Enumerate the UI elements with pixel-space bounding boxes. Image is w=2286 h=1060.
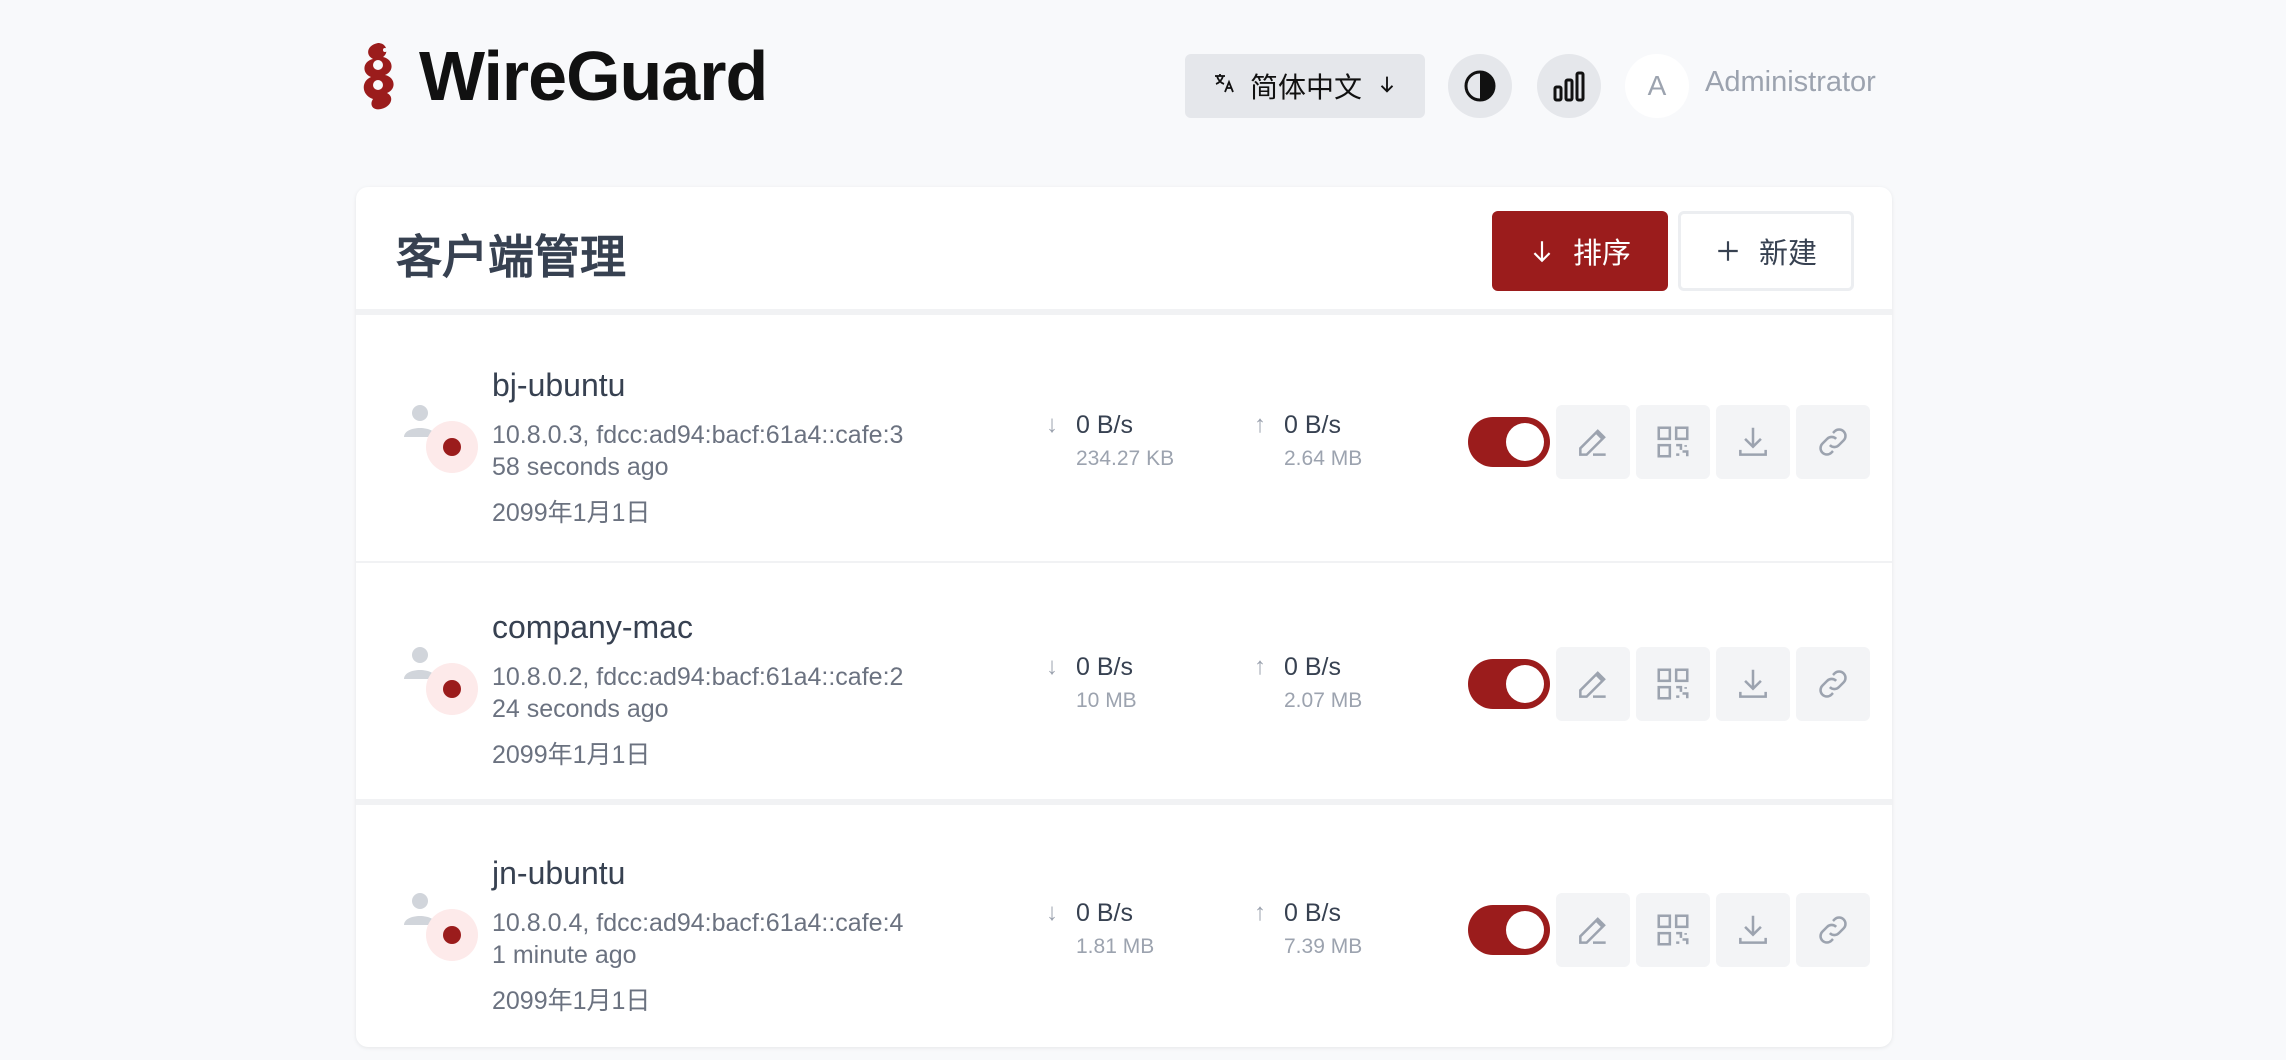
download-icon [1739,669,1767,698]
arrow-down-icon: ↓ [1046,899,1058,926]
panel-header: 客户端管理 排序 新建 [356,187,1892,315]
qr-code-icon [1657,426,1689,458]
client-row: jn-ubuntu 10.8.0.4, fdcc:ad94:bacf:61a4:… [356,809,1892,1047]
new-label: 新建 [1758,238,1817,270]
enable-toggle[interactable] [1468,417,1550,467]
translate-icon [1212,71,1236,101]
arrow-up-icon: ↑ [1254,653,1266,680]
sort-label: 排序 [1572,238,1631,270]
client-last-seen: 1 minute ago [492,941,637,969]
share-link-button[interactable] [1796,647,1870,721]
client-expiry[interactable]: 2099年1月1日 [492,981,650,1017]
status-dot [443,926,461,944]
arrow-up-icon: ↑ [1254,899,1266,926]
panel-title: 客户端管理 [396,231,626,283]
bar-chart-icon [1553,71,1585,102]
header: WireGuard 简体中文 A Administrator [355,36,1885,136]
share-link-button[interactable] [1796,893,1870,967]
client-address: 10.8.0.3, fdcc:ad94:bacf:61a4::cafe:3 [492,421,904,449]
stats-toggle-button[interactable] [1537,54,1601,118]
client-row: bj-ubuntu 10.8.0.3, fdcc:ad94:bacf:61a4:… [356,321,1892,563]
client-expiry[interactable]: 2099年1月1日 [492,735,650,771]
download-icon [1739,915,1767,944]
download-rate: 0 B/s [1076,653,1133,681]
brand: WireGuard [355,36,768,116]
client-name[interactable]: jn-ubuntu [492,855,625,892]
upload-rate: 0 B/s [1284,411,1341,439]
upload-total: 2.64 MB [1284,447,1363,470]
download-total: 1.81 MB [1076,935,1155,958]
contrast-icon [1464,70,1496,102]
link-icon [1819,428,1847,456]
download-total: 10 MB [1076,689,1137,712]
qr-code-button[interactable] [1636,893,1710,967]
qr-code-icon [1657,914,1689,946]
download-icon [1739,427,1767,456]
download-rate: 0 B/s [1076,411,1133,439]
client-last-seen: 58 seconds ago [492,453,669,481]
upload-rate: 0 B/s [1284,653,1341,681]
edit-button[interactable] [1556,893,1630,967]
enable-toggle[interactable] [1468,659,1550,709]
theme-toggle-button[interactable] [1448,54,1512,118]
edit-button[interactable] [1556,405,1630,479]
edit-icon [1579,917,1606,944]
client-row: company-mac 10.8.0.2, fdcc:ad94:bacf:61a… [356,563,1892,805]
download-config-button[interactable] [1716,405,1790,479]
download-total: 234.27 KB [1076,447,1175,470]
upload-total: 2.07 MB [1284,689,1363,712]
link-icon [1819,670,1847,698]
enable-toggle[interactable] [1468,905,1550,955]
status-indicator [426,421,478,473]
plus-icon [1718,241,1738,261]
client-name[interactable]: company-mac [492,609,693,646]
download-config-button[interactable] [1716,647,1790,721]
arrow-down-icon [1533,241,1551,263]
toggle-knob [1506,423,1544,461]
status-indicator [426,663,478,715]
share-link-button[interactable] [1796,405,1870,479]
qr-code-button[interactable] [1636,647,1710,721]
sort-button[interactable]: 排序 [1492,211,1668,291]
toggle-knob [1506,911,1544,949]
language-label: 简体中文 [1249,72,1362,103]
new-client-button[interactable]: 新建 [1678,211,1854,291]
qr-code-icon [1657,668,1689,700]
download-rate: 0 B/s [1076,899,1133,927]
upload-total: 7.39 MB [1284,935,1363,958]
app-title: WireGuard [419,37,768,115]
arrow-down-icon: ↓ [1046,653,1058,680]
download-config-button[interactable] [1716,893,1790,967]
edit-button[interactable] [1556,647,1630,721]
link-icon [1819,916,1847,944]
status-dot [443,438,461,456]
qr-code-button[interactable] [1636,405,1710,479]
status-dot [443,680,461,698]
upload-rate: 0 B/s [1284,899,1341,927]
wireguard-logo-icon [363,43,394,110]
chevron-down-icon [1376,70,1398,102]
clients-panel: 客户端管理 排序 新建 bj-ubuntu 10.8.0.3, fdcc:ad9… [356,187,1892,1047]
client-name[interactable]: bj-ubuntu [492,367,625,404]
arrow-up-icon: ↑ [1254,411,1266,438]
client-address: 10.8.0.4, fdcc:ad94:bacf:61a4::cafe:4 [492,909,904,937]
language-select[interactable]: 简体中文 [1185,54,1425,118]
toggle-knob [1506,665,1544,703]
user-avatar[interactable]: A [1625,54,1689,118]
edit-icon [1579,671,1606,698]
client-last-seen: 24 seconds ago [492,695,669,723]
status-indicator [426,909,478,961]
avatar-initial: A [1647,70,1667,101]
arrow-down-icon: ↓ [1046,411,1058,438]
edit-icon [1579,429,1606,456]
user-name[interactable]: Administrator [1705,66,1876,99]
client-address: 10.8.0.2, fdcc:ad94:bacf:61a4::cafe:2 [492,663,904,691]
client-expiry[interactable]: 2099年1月1日 [492,493,650,529]
